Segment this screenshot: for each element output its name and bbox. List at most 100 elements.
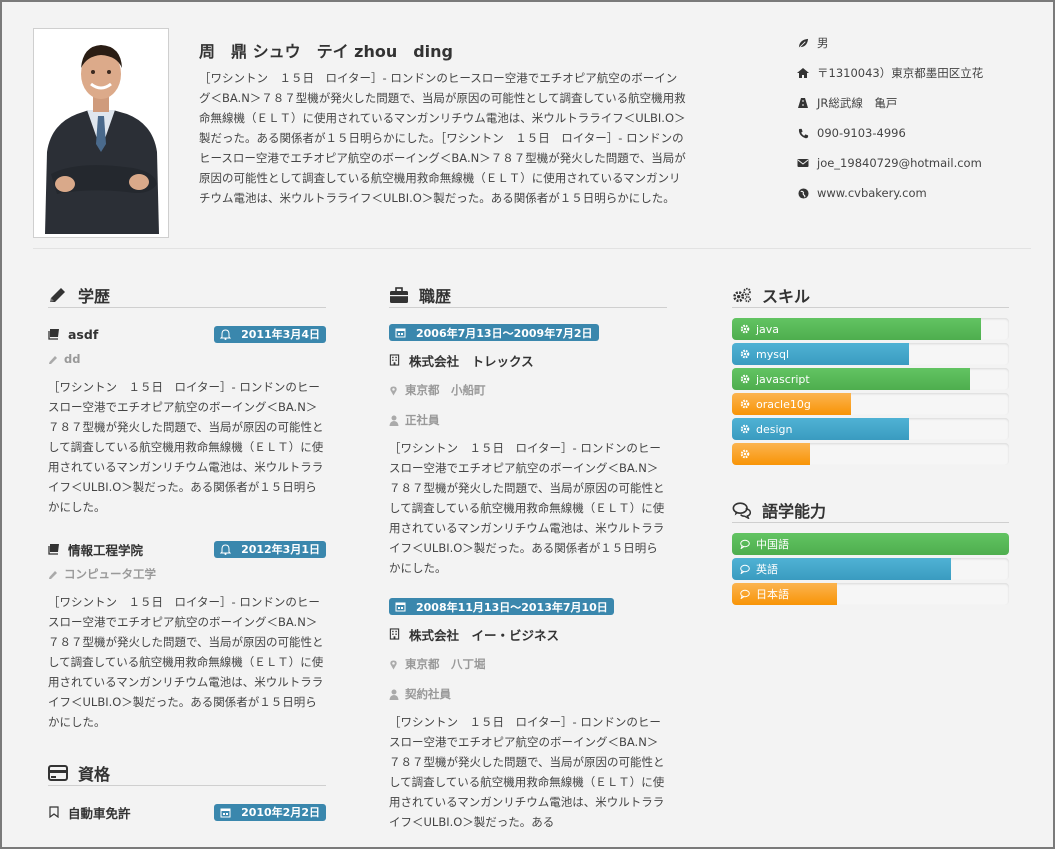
skill-name: mysql — [756, 347, 789, 361]
credit-card-icon — [48, 764, 68, 782]
comment-icon — [740, 539, 750, 549]
contact-phone: 090-9103-4996 — [797, 118, 1037, 148]
skill-bar-fill: java — [732, 318, 982, 340]
road-icon — [797, 97, 809, 109]
home-icon — [797, 67, 809, 79]
skill-bar-fill: oracle10g — [732, 393, 852, 415]
user-icon — [389, 689, 399, 700]
skill-name: design — [756, 422, 793, 436]
skill-bar: oracle10g — [732, 393, 1009, 415]
language-bar-fill: 日本語 — [732, 583, 838, 605]
skill-bar: java — [732, 318, 1009, 340]
education-item: asdf 2011年3月4日 dd ［ワシントン １５日 ロイター］- ロンドン… — [48, 324, 326, 517]
skill-bar: javascript — [732, 368, 1009, 390]
leaf-icon — [797, 37, 809, 49]
contact-gender: 男 — [797, 28, 1037, 58]
gear-icon — [740, 324, 750, 334]
school-name: 情報工程学院 — [68, 542, 144, 558]
career-item: 2008年11月13日～2013年7月10日 株式会社 イー・ビジネス 東京都 … — [389, 598, 667, 832]
comment-icon — [740, 564, 750, 574]
profile-intro: ［ワシントン １５日 ロイター］- ロンドンのヒースロー空港でエチオピア航空のボ… — [199, 71, 686, 205]
map-marker-icon — [389, 659, 399, 670]
skill-name: oracle10g — [756, 397, 811, 411]
map-marker-icon — [389, 385, 399, 396]
profile-photo-image — [37, 32, 165, 234]
contact-email[interactable]: joe_19840729@hotmail.com — [797, 148, 1037, 178]
major: コンピュータ工学 — [48, 559, 326, 589]
resume-page: 周 鼎 シュウ テイ zhou ding ［ワシントン １５日 ロイター］- ロ… — [0, 0, 1055, 849]
major: dd — [48, 344, 326, 374]
language-bar-fill: 英語 — [732, 558, 951, 580]
date-badge: 2011年3月4日 — [214, 325, 326, 343]
envelope-icon — [797, 157, 809, 169]
career-description: ［ワシントン １５日 ロイター］- ロンドンのヒースロー空港でエチオピア航空のボ… — [389, 441, 665, 575]
language-bar: 日本語 — [732, 583, 1009, 605]
skill-name: javascript — [756, 372, 810, 386]
qualifications-title: 資格 — [48, 762, 326, 786]
career-section: 職歴 2006年7月13日～2009年7月2日 株式会社 トレックス 東京都 小… — [389, 284, 667, 832]
career-item: 2006年7月13日～2009年7月2日 株式会社 トレックス 東京都 小船町 … — [389, 324, 667, 578]
company-name: 株式会社 トレックス — [409, 353, 534, 369]
user-icon — [389, 415, 399, 426]
comments-icon — [732, 501, 752, 519]
language-name: 日本語 — [756, 588, 789, 601]
bookmark-icon — [48, 806, 60, 818]
qualification-name: 自動車免許 — [68, 805, 131, 821]
skill-bar — [732, 443, 1009, 465]
skill-bar-list: java mysql javascript oracle10g design — [732, 318, 1009, 465]
language-bar: 英語 — [732, 558, 1009, 580]
date-badge: 2010年2月2日 — [214, 803, 326, 821]
career-description: ［ワシントン １５日 ロイター］- ロンドンのヒースロー空港でエチオピア航空のボ… — [389, 715, 665, 829]
skills-title: スキル — [732, 284, 1009, 308]
book-icon — [48, 328, 60, 340]
education-description: ［ワシントン １５日 ロイター］- ロンドンのヒースロー空港でエチオピア航空のボ… — [48, 380, 324, 514]
pencil-small-icon — [48, 354, 58, 365]
comment-icon — [740, 589, 750, 599]
profile-photo — [33, 28, 169, 238]
languages-title: 語学能力 — [732, 499, 1009, 523]
phone-icon — [797, 127, 809, 139]
education-section: 学歴 asdf 2011年3月4日 dd ［ワシントン １５日 ロイター］- ロ… — [48, 284, 326, 822]
calendar-icon — [395, 601, 406, 612]
contact-list: 男 〒1310043）東京都墨田区立花 JR総武線 亀戸 090-9103-49… — [797, 28, 1037, 208]
gear-icon — [740, 449, 750, 459]
contact-address: 〒1310043）東京都墨田区立花 — [797, 58, 1037, 88]
skill-name: java — [756, 322, 780, 336]
contact-station: JR総武線 亀戸 — [797, 88, 1037, 118]
career-title: 職歴 — [389, 284, 667, 308]
calendar-icon — [220, 807, 231, 818]
gear-icon — [740, 399, 750, 409]
period-badge: 2006年7月13日～2009年7月2日 — [389, 324, 599, 341]
education-item: 情報工程学院 2012年3月1日 コンピュータ工学 ［ワシントン １５日 ロイタ… — [48, 539, 326, 732]
building-icon — [389, 354, 401, 366]
education-title: 学歴 — [48, 284, 326, 308]
pencil-small-icon — [48, 569, 58, 580]
language-bar: 中国語 — [732, 533, 1009, 555]
skill-bar-fill — [732, 443, 810, 465]
work-location: 東京都 小船町 — [389, 375, 667, 405]
language-bar-fill: 中国語 — [732, 533, 1009, 555]
company-name: 株式会社 イー・ビジネス — [409, 627, 560, 643]
profile-name: 周 鼎 シュウ テイ zhou ding — [199, 42, 454, 61]
bell-icon — [220, 328, 232, 340]
employment-type: 契約社員 — [389, 679, 667, 709]
briefcase-icon — [389, 286, 409, 304]
book-icon — [48, 543, 60, 555]
skill-bar-fill: design — [732, 418, 910, 440]
contact-website[interactable]: www.cvbakery.com — [797, 178, 1037, 208]
education-description: ［ワシントン １５日 ロイター］- ロンドンのヒースロー空港でエチオピア航空のボ… — [48, 595, 324, 729]
work-location: 東京都 八丁堀 — [389, 649, 667, 679]
gear-icon — [740, 374, 750, 384]
bell-icon — [220, 543, 232, 555]
skill-bar-fill: javascript — [732, 368, 971, 390]
date-badge: 2012年3月1日 — [214, 540, 326, 558]
pencil-icon — [48, 286, 68, 304]
gear-icon — [740, 424, 750, 434]
skills-section: スキル java mysql javascript oracle10g design 語… — [732, 284, 1009, 608]
skill-bar-fill: mysql — [732, 343, 910, 365]
skill-bar: design — [732, 418, 1009, 440]
employment-type: 正社員 — [389, 405, 667, 435]
header-divider — [33, 248, 1031, 249]
language-bar-list: 中国語英語日本語 — [732, 533, 1009, 605]
language-name: 中国語 — [756, 538, 789, 551]
